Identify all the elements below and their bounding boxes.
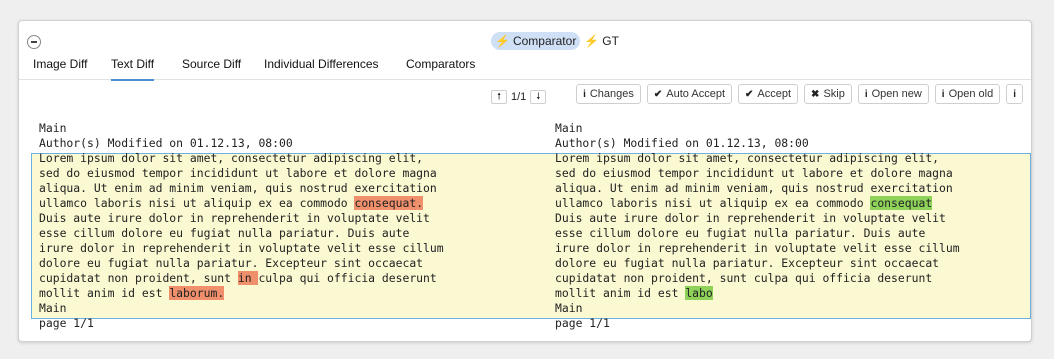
open-new-button[interactable]: i Open new (857, 84, 929, 104)
header-line: Main (555, 121, 583, 135)
accept-label: Accept (757, 88, 792, 100)
text-line: cupidatat non proident, sunt culpa qui o… (555, 271, 933, 285)
tab-comparators[interactable]: Comparators (406, 55, 475, 79)
tab-source-diff[interactable]: Source Diff (182, 55, 241, 79)
footer-line: Main (39, 301, 67, 315)
footer-line: Main (555, 301, 583, 315)
text-line: culpa qui officia deserunt (258, 271, 437, 285)
deleted-text: consequat. (354, 196, 424, 210)
text-line: esse cillum dolore eu fugiat nulla paria… (39, 226, 410, 240)
header-line: Author(s) Modified on 01.12.13, 08:00 (39, 136, 293, 150)
skip-button[interactable]: ✖ Skip (804, 84, 852, 104)
text-line: dolore eu fugiat nulla pariatur. Excepte… (555, 256, 940, 270)
text-line: irure dolor in reprehenderit in voluptat… (39, 241, 444, 255)
text-line: ullamco laboris nisi ut aliquip ex ea co… (555, 196, 871, 210)
text-line: Duis aute irure dolor in reprehenderit i… (555, 211, 946, 225)
comparator-pill[interactable]: ⚡ Comparator (491, 32, 581, 50)
inserted-text: consequat (870, 196, 933, 210)
text-line: Lorem ipsum dolor sit amet, consectetur … (39, 151, 424, 165)
check-icon: ✔ (745, 88, 754, 100)
text-line: esse cillum dolore eu fugiat nulla paria… (555, 226, 926, 240)
text-line: aliqua. Ut enim ad minim veniam, quis no… (555, 181, 953, 195)
new-text-pane: Main Author(s) Modified on 01.12.13, 08:… (555, 121, 960, 331)
text-line: ullamco laboris nisi ut aliquip ex ea co… (39, 196, 355, 210)
footer-line: page 1/1 (39, 316, 94, 330)
info-icon: i (864, 88, 868, 100)
old-text-pane: Main Author(s) Modified on 01.12.13, 08:… (39, 121, 444, 331)
deleted-text: in (237, 271, 259, 285)
next-button[interactable]: 🠗 (530, 90, 547, 104)
auto-accept-label: Auto Accept (666, 88, 726, 100)
text-line: Duis aute irure dolor in reprehenderit i… (39, 211, 430, 225)
open-old-button[interactable]: i Open old (934, 84, 1001, 104)
info-icon: i (583, 88, 586, 100)
bolt-icon: ⚡ (495, 34, 510, 48)
bolt-icon: ⚡ (584, 34, 600, 48)
text-line: aliqua. Ut enim ad minim veniam, quis no… (39, 181, 437, 195)
action-toolbar: i Changes ✔ Auto Accept ✔ Accept ✖ Skip … (576, 84, 1023, 104)
text-line: dolore eu fugiat nulla pariatur. Excepte… (39, 256, 424, 270)
diff-panel: ⚡ Comparator ⚡ GT Image Diff Text Diff S… (18, 20, 1032, 342)
info-button[interactable]: i (1006, 84, 1023, 104)
deleted-text: laborum. (169, 286, 225, 300)
gt-pill[interactable]: ⚡ GT (580, 32, 623, 50)
header-line: Author(s) Modified on 01.12.13, 08:00 (555, 136, 809, 150)
tab-text-diff[interactable]: Text Diff (111, 55, 155, 81)
info-icon: i (1013, 88, 1016, 100)
previous-button[interactable]: 🠕 (491, 90, 507, 104)
skip-label: Skip (823, 88, 845, 100)
info-icon: i (941, 88, 945, 100)
header-line: Main (39, 121, 67, 135)
changes-label: Changes (589, 88, 634, 100)
inserted-text: labo (685, 286, 713, 300)
tab-bar: Image Diff Text Diff Source Diff Individ… (19, 53, 1031, 104)
arrow-down-icon: 🠗 (536, 91, 541, 101)
collapse-icon[interactable] (27, 35, 41, 49)
check-icon: ✔ (653, 88, 663, 100)
comparator-label: Comparator (512, 34, 577, 48)
auto-accept-button[interactable]: ✔ Auto Accept (646, 84, 733, 104)
close-icon: ✖ (811, 88, 820, 100)
open-new-label: Open new (871, 88, 922, 100)
changes-button[interactable]: i Changes (576, 84, 641, 104)
text-line: mollit anim id est (555, 286, 686, 300)
text-line: cupidatat non proident, sunt (39, 271, 238, 285)
text-line: sed do eiusmod tempor incididunt ut labo… (555, 166, 953, 180)
accept-button[interactable]: ✔ Accept (738, 84, 799, 104)
gt-label: GT (602, 34, 619, 48)
text-line: mollit anim id est (39, 286, 170, 300)
text-line: sed do eiusmod tempor incididunt ut labo… (39, 166, 437, 180)
tab-image-diff[interactable]: Image Diff (33, 55, 87, 79)
footer-line: page 1/1 (555, 316, 610, 330)
pager-label: 1/1 (511, 91, 527, 103)
text-line: Lorem ipsum dolor sit amet, consectetur … (555, 151, 940, 165)
comparator-switch: ⚡ Comparator ⚡ GT (491, 32, 623, 50)
open-old-label: Open old (948, 88, 994, 100)
tab-individual-differences[interactable]: Individual Differences (264, 55, 379, 79)
pager: 🠕 1/1 🠗 (491, 90, 547, 104)
text-line: irure dolor in reprehenderit in voluptat… (555, 241, 960, 255)
arrow-up-icon: 🠕 (497, 91, 501, 101)
